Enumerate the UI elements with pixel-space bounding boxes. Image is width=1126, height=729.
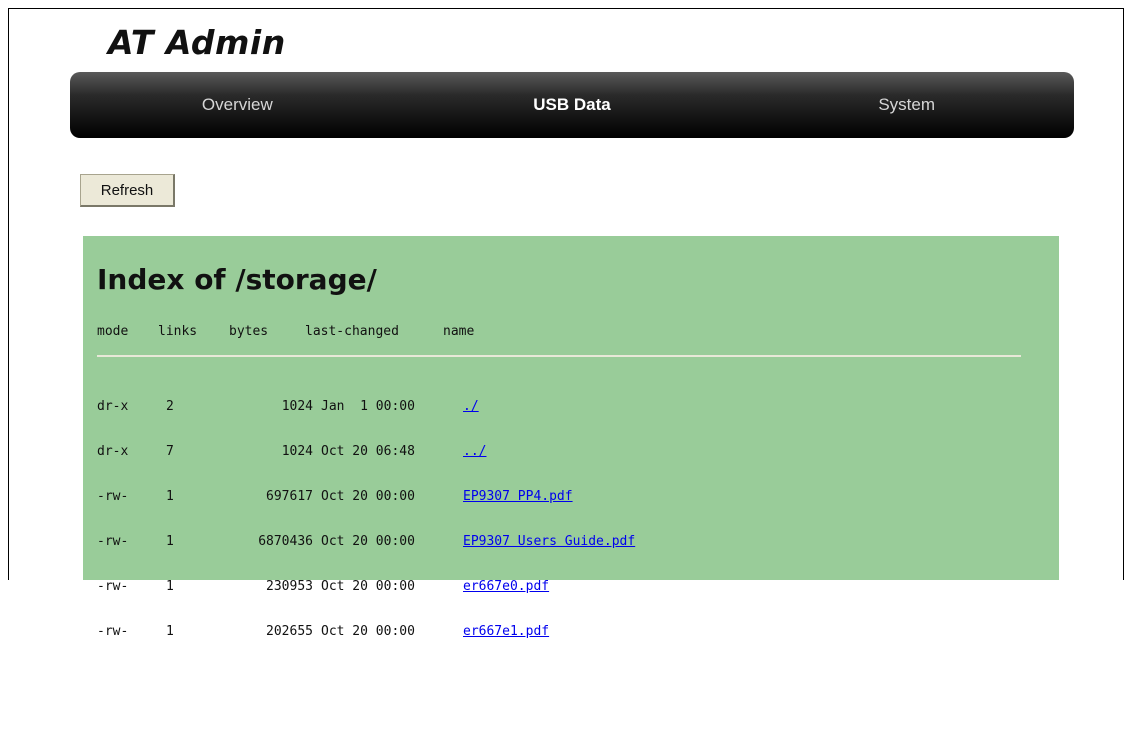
file-bytes: 6870436: [258, 534, 313, 549]
file-list: dr-x 2 1024 Jan 1 00:00 ./ dr-x 7 1024 O…: [97, 369, 797, 669]
file-row: -rw- 1 230953 Oct 20 00:00 er667e0.pdf: [97, 579, 797, 594]
file-row: dr-x 2 1024 Jan 1 00:00 ./: [97, 399, 797, 414]
file-bytes: 202655: [266, 624, 313, 639]
file-link[interactable]: ../: [463, 444, 486, 459]
column-header-last-changed: last-changed: [305, 324, 399, 339]
file-mode: -rw-: [97, 579, 129, 594]
file-row: -rw- 1 697617 Oct 20 00:00 EP9307 PP4.pd…: [97, 489, 797, 504]
column-header-mode: mode: [97, 324, 129, 339]
file-last-changed: Oct 20 00:00: [321, 489, 415, 504]
file-last-changed: Oct 20 00:00: [321, 624, 415, 639]
file-last-changed: Oct 20 06:48: [321, 444, 415, 459]
file-last-changed: Oct 20 00:00: [321, 579, 415, 594]
file-last-changed: Oct 20 00:00: [321, 534, 415, 549]
file-links: 2: [166, 399, 174, 414]
main-navbar: Overview USB Data System: [70, 72, 1074, 138]
file-links: 7: [166, 444, 174, 459]
nav-item-overview[interactable]: Overview: [70, 72, 405, 138]
file-link[interactable]: ./: [463, 399, 479, 414]
file-row: dr-x 7 1024 Oct 20 06:48 ../: [97, 444, 797, 459]
file-row: -rw- 1 6870436 Oct 20 00:00 EP9307 Users…: [97, 534, 797, 549]
listing-header: mode links bytes last-changed name: [97, 324, 474, 340]
column-header-links: links: [158, 324, 198, 339]
file-links: 1: [166, 579, 174, 594]
file-bytes: 697617: [266, 489, 313, 504]
directory-listing-panel: Index of /storage/ mode links bytes last…: [83, 236, 1059, 639]
file-links: 1: [166, 624, 174, 639]
file-last-changed: Jan 1 00:00: [321, 399, 415, 414]
file-mode: -rw-: [97, 489, 129, 504]
file-link[interactable]: er667e1.pdf: [463, 624, 549, 639]
refresh-button[interactable]: Refresh: [80, 174, 175, 207]
file-mode: -rw-: [97, 624, 129, 639]
file-links: 1: [166, 489, 174, 504]
listing-title: Index of /storage/: [97, 263, 377, 296]
nav-item-system[interactable]: System: [739, 72, 1074, 138]
file-links: 1: [166, 534, 174, 549]
file-row: -rw- 1 202655 Oct 20 00:00 er667e1.pdf: [97, 624, 797, 639]
file-link[interactable]: EP9307 Users Guide.pdf: [463, 534, 635, 549]
app-title: AT Admin: [108, 23, 286, 62]
header-divider: [97, 355, 1021, 357]
file-mode: dr-x: [97, 444, 129, 459]
file-mode: dr-x: [97, 399, 129, 414]
file-link[interactable]: er667e0.pdf: [463, 579, 549, 594]
file-bytes: 1024: [281, 444, 313, 459]
file-bytes: 1024: [281, 399, 313, 414]
file-bytes: 230953: [266, 579, 313, 594]
column-header-bytes: bytes: [229, 324, 269, 339]
column-header-name: name: [443, 324, 475, 339]
file-mode: -rw-: [97, 534, 129, 549]
nav-item-usb-data[interactable]: USB Data: [405, 72, 740, 138]
file-link[interactable]: EP9307 PP4.pdf: [463, 489, 573, 504]
